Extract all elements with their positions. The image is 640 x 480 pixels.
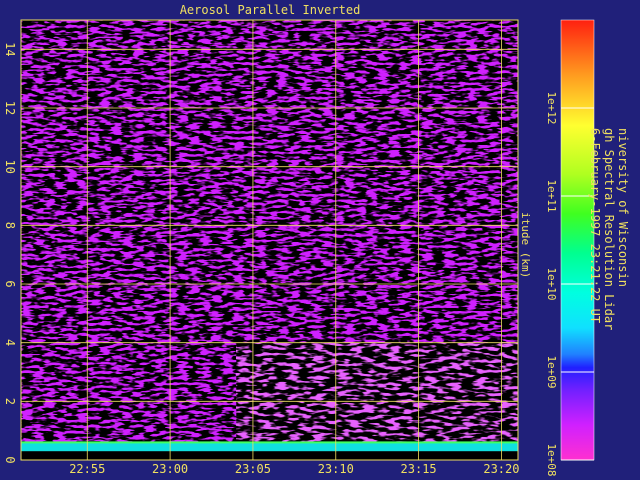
lidar-display: 22:55 23:00 23:05 23:10 23:15 23:20 0 2 4 6 8 10 12 1… [0, 0, 640, 480]
colorbar-tick-label: 1e+09 [545, 355, 558, 388]
y-tick-label: 14 [3, 42, 17, 56]
colorbar-tick-label: 1e+10 [545, 267, 558, 300]
heatmap-texture [21, 342, 237, 443]
heatmap-texture [236, 342, 518, 443]
x-tick-label: 23:20 [483, 462, 519, 476]
x-tick-label: 23:00 [152, 462, 188, 476]
colorbar-tick-label: 1e+08 [545, 443, 558, 476]
x-tick-label: 23:15 [401, 462, 437, 476]
y-tick-label: 10 [3, 159, 17, 173]
y-tick-label: 12 [3, 101, 17, 115]
x-tick-label: 22:55 [69, 462, 105, 476]
colorbar-tick-label: 1e+11 [545, 179, 558, 212]
credit-block: niversity of Wisconsin gh Spectral Resol… [588, 128, 630, 330]
x-tick-label: 23:05 [235, 462, 271, 476]
credit-line: niversity of Wisconsin [616, 128, 630, 287]
chart-title: Aerosol Parallel Inverted [180, 3, 361, 17]
x-tick-label: 23:10 [318, 462, 354, 476]
y-axis-label: itude (km) [519, 212, 532, 279]
colorbar-tick-label: 1e+12 [545, 91, 558, 124]
credit-line: 6-February-1997 23:21:22 UT [588, 128, 602, 324]
y-tick-label: 2 [3, 398, 17, 405]
y-tick-label: 6 [3, 280, 17, 287]
surface-band-edge [21, 441, 518, 444]
credit-line: gh Spectral Resolution Lidar [602, 128, 616, 331]
y-tick-label: 0 [3, 456, 17, 463]
y-tick-label: 8 [3, 222, 17, 229]
chart-canvas: 22:55 23:00 23:05 23:10 23:15 23:20 0 2 4 6 8 10 12 1… [3, 3, 595, 477]
y-tick-label: 4 [3, 339, 17, 346]
heatmap-texture [21, 20, 518, 343]
heatmap-region [21, 442, 518, 452]
